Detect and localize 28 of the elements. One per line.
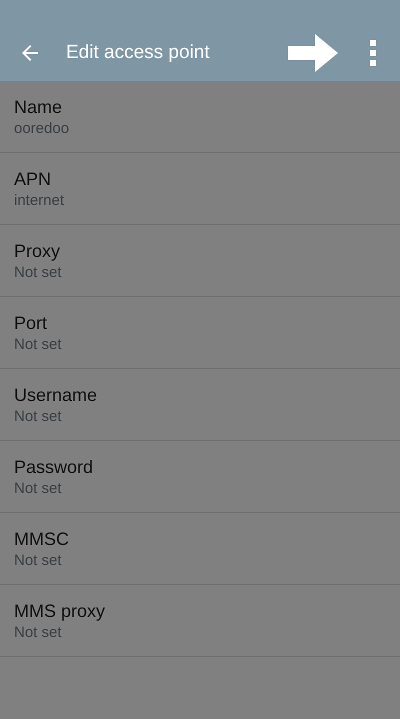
setting-label: Port bbox=[14, 312, 48, 334]
setting-value: Not set bbox=[14, 550, 63, 570]
setting-label: Name bbox=[14, 96, 64, 118]
more-options-icon bbox=[370, 40, 376, 66]
setting-item[interactable]: Proxy Not set bbox=[0, 225, 400, 297]
screen-title: Edit access point bbox=[66, 41, 211, 65]
setting-label: Proxy bbox=[14, 240, 62, 262]
setting-value: ooredoo bbox=[14, 118, 70, 138]
setting-value: Not set bbox=[14, 622, 63, 642]
setting-value: Not set bbox=[14, 262, 63, 282]
setting-value: Not set bbox=[14, 406, 63, 426]
setting-label: Username bbox=[14, 384, 98, 406]
setting-label: APN bbox=[14, 168, 52, 190]
more-options-button[interactable] bbox=[370, 37, 376, 69]
setting-label: MMSC bbox=[14, 528, 70, 550]
setting-item[interactable]: Port Not set bbox=[0, 297, 400, 369]
setting-value: Not set bbox=[14, 334, 63, 354]
setting-item[interactable]: MMSC Not set bbox=[0, 513, 400, 585]
setting-item[interactable]: Name ooredoo bbox=[0, 81, 400, 153]
setting-value: internet bbox=[14, 190, 66, 210]
setting-item[interactable]: MMS proxy Not set bbox=[0, 585, 400, 657]
arrow-icon bbox=[286, 34, 338, 72]
setting-item[interactable]: Username Not set bbox=[0, 369, 400, 441]
setting-value: Not set bbox=[14, 478, 63, 498]
setting-item[interactable]: Password Not set bbox=[0, 441, 400, 513]
setting-label: MMS proxy bbox=[14, 600, 106, 622]
setting-item[interactable]: APN internet bbox=[0, 153, 400, 225]
setting-label: Password bbox=[14, 456, 94, 478]
